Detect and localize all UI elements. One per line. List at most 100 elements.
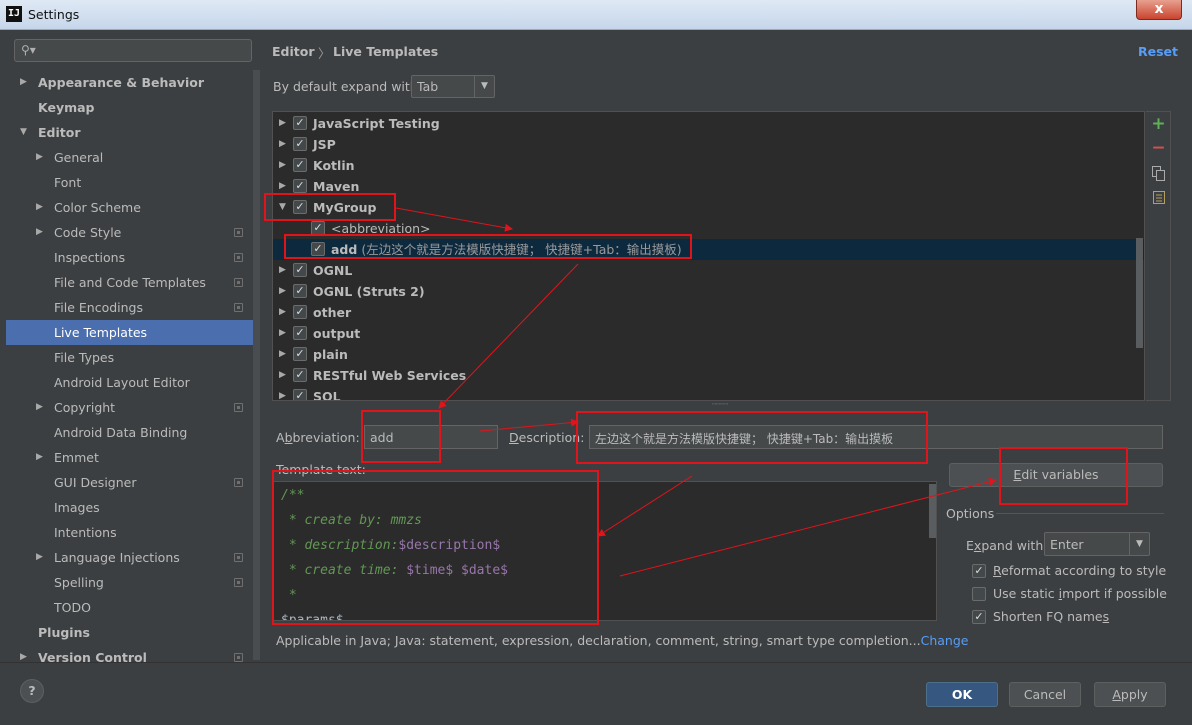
- edit-variables-button[interactable]: Edit variables: [949, 463, 1163, 487]
- template-enabled-checkbox[interactable]: ✓: [311, 221, 325, 235]
- collapse-arrow-icon[interactable]: ▶: [36, 145, 43, 170]
- collapse-arrow-icon[interactable]: ▶: [279, 386, 286, 400]
- expand-default-select[interactable]: Tab ▼: [411, 75, 495, 98]
- shorten-fq-checkbox[interactable]: ✓: [972, 610, 986, 624]
- collapse-arrow-icon[interactable]: ▶: [279, 365, 286, 386]
- template-enabled-checkbox[interactable]: ✓: [293, 179, 307, 193]
- collapse-arrow-icon[interactable]: ▶: [279, 113, 286, 134]
- template-enabled-checkbox[interactable]: ✓: [293, 137, 307, 151]
- chevron-down-icon[interactable]: ▼: [1129, 533, 1149, 555]
- sidebar-item-live-templates[interactable]: Live Templates: [6, 320, 254, 345]
- reset-link[interactable]: Reset: [1138, 44, 1178, 59]
- editor-scrollbar[interactable]: [929, 484, 936, 538]
- reformat-checkbox[interactable]: ✓: [972, 564, 986, 578]
- sidebar-item-emmet[interactable]: ▶ Emmet: [6, 445, 254, 470]
- breadcrumb-editor[interactable]: Editor: [272, 44, 315, 59]
- sidebar-item-images[interactable]: Images: [6, 495, 254, 520]
- template-enabled-checkbox[interactable]: ✓: [293, 158, 307, 172]
- description-input[interactable]: 左边这个就是方法模版快捷键； 快捷键+Tab：输出摸板: [589, 425, 1163, 449]
- help-button[interactable]: ?: [20, 679, 44, 703]
- sidebar-item-file-types[interactable]: File Types: [6, 345, 254, 370]
- template-group-row[interactable]: ▶ ✓ other: [273, 302, 1144, 323]
- collapse-arrow-icon[interactable]: ▶: [36, 220, 43, 245]
- template-group-row[interactable]: ▶ ✓ OGNL (Struts 2): [273, 281, 1144, 302]
- collapse-arrow-icon[interactable]: ▶: [279, 302, 286, 323]
- sidebar-item-font[interactable]: Font: [6, 170, 254, 195]
- remove-icon[interactable]: −: [1150, 140, 1167, 157]
- template-enabled-checkbox[interactable]: ✓: [293, 326, 307, 340]
- sidebar-item-android-data-binding[interactable]: Android Data Binding: [6, 420, 254, 445]
- apply-button[interactable]: Apply: [1094, 682, 1166, 707]
- sidebar-item-language-injections[interactable]: ▶ Language Injections: [6, 545, 254, 570]
- sidebar-scrollbar[interactable]: [253, 70, 260, 660]
- template-group-row[interactable]: ▼ ✓ MyGroup: [273, 197, 1144, 218]
- collapse-arrow-icon[interactable]: ▶: [20, 70, 27, 95]
- template-group-row[interactable]: ▶ ✓ RESTful Web Services: [273, 365, 1144, 386]
- collapse-arrow-icon[interactable]: ▶: [36, 195, 43, 220]
- collapse-arrow-icon[interactable]: ▶: [279, 344, 286, 365]
- collapse-arrow-icon[interactable]: ▶: [279, 260, 286, 281]
- live-templates-tree[interactable]: ▶ ✓ JavaScript Testing ▶ ✓ JSP ▶ ✓ Kotlin ▶ ✓ Maven…: [272, 111, 1145, 401]
- sidebar-item-gui-designer[interactable]: GUI Designer: [6, 470, 254, 495]
- close-window-button[interactable]: x: [1136, 0, 1182, 20]
- splitter-handle[interactable]: ┈┈┈: [712, 400, 728, 410]
- chevron-down-icon[interactable]: ▼: [474, 76, 494, 97]
- template-group-row[interactable]: ▶ ✓ Maven: [273, 176, 1144, 197]
- sidebar-item-file-encodings[interactable]: File Encodings: [6, 295, 254, 320]
- ok-button[interactable]: OK: [926, 682, 998, 707]
- sidebar-item-android-layout-editor[interactable]: Android Layout Editor: [6, 370, 254, 395]
- sidebar-item-plugins[interactable]: Plugins: [6, 620, 254, 645]
- template-group-row[interactable]: ▶ ✓ plain: [273, 344, 1144, 365]
- sidebar-item-code-style[interactable]: ▶ Code Style: [6, 220, 254, 245]
- collapse-arrow-icon[interactable]: ▶: [36, 445, 43, 470]
- sidebar-item-inspections[interactable]: Inspections: [6, 245, 254, 270]
- list-icon[interactable]: [1150, 191, 1167, 208]
- sidebar-item-spelling[interactable]: Spelling: [6, 570, 254, 595]
- template-group-row[interactable]: ▶ ✓ SQL: [273, 386, 1144, 400]
- change-contexts-link[interactable]: Change: [921, 633, 969, 648]
- template-text-editor[interactable]: /** * create by: mmzs * description:$des…: [272, 481, 937, 621]
- template-row[interactable]: ✓ <abbreviation>: [273, 218, 1144, 239]
- expand-arrow-icon[interactable]: ▼: [279, 197, 286, 218]
- sidebar-item-color-scheme[interactable]: ▶ Color Scheme: [6, 195, 254, 220]
- sidebar-item-editor[interactable]: ▼ Editor: [6, 120, 254, 145]
- abbreviation-input[interactable]: add: [364, 425, 498, 449]
- template-group-row[interactable]: ▶ ✓ JSP: [273, 134, 1144, 155]
- collapse-arrow-icon[interactable]: ▶: [279, 134, 286, 155]
- sidebar-item-general[interactable]: ▶ General: [6, 145, 254, 170]
- template-row[interactable]: ✓ add (左边这个就是方法模版快捷键； 快捷键+Tab：输出摸板): [273, 239, 1144, 260]
- template-group-row[interactable]: ▶ ✓ output: [273, 323, 1144, 344]
- template-enabled-checkbox[interactable]: ✓: [293, 200, 307, 214]
- collapse-arrow-icon[interactable]: ▶: [20, 645, 27, 670]
- add-icon[interactable]: +: [1150, 116, 1167, 133]
- collapse-arrow-icon[interactable]: ▶: [279, 176, 286, 197]
- template-enabled-checkbox[interactable]: ✓: [293, 389, 307, 400]
- sidebar-item-version-control[interactable]: ▶ Version Control: [6, 645, 254, 670]
- template-enabled-checkbox[interactable]: ✓: [293, 305, 307, 319]
- expand-with-select[interactable]: Enter ▼: [1044, 532, 1150, 556]
- collapse-arrow-icon[interactable]: ▶: [279, 155, 286, 176]
- template-enabled-checkbox[interactable]: ✓: [293, 116, 307, 130]
- collapse-arrow-icon[interactable]: ▶: [279, 323, 286, 344]
- sidebar-item-copyright[interactable]: ▶ Copyright: [6, 395, 254, 420]
- static-import-checkbox[interactable]: [972, 587, 986, 601]
- sidebar-item-keymap[interactable]: Keymap: [6, 95, 254, 120]
- sidebar-item-file-and-code-templates[interactable]: File and Code Templates: [6, 270, 254, 295]
- collapse-arrow-icon[interactable]: ▶: [36, 545, 43, 570]
- template-group-row[interactable]: ▶ ✓ Kotlin: [273, 155, 1144, 176]
- template-enabled-checkbox[interactable]: ✓: [293, 347, 307, 361]
- sidebar-item-intentions[interactable]: Intentions: [6, 520, 254, 545]
- template-enabled-checkbox[interactable]: ✓: [293, 368, 307, 382]
- template-group-row[interactable]: ▶ ✓ JavaScript Testing: [273, 113, 1144, 134]
- template-enabled-checkbox[interactable]: ✓: [311, 242, 325, 256]
- template-group-row[interactable]: ▶ ✓ OGNL: [273, 260, 1144, 281]
- template-enabled-checkbox[interactable]: ✓: [293, 284, 307, 298]
- settings-search-input[interactable]: ⚲▾: [14, 39, 252, 62]
- sidebar-item-appearance-behavior[interactable]: ▶ Appearance & Behavior: [6, 70, 254, 95]
- expand-arrow-icon[interactable]: ▼: [20, 120, 27, 145]
- copy-icon[interactable]: [1150, 166, 1167, 183]
- collapse-arrow-icon[interactable]: ▶: [36, 395, 43, 420]
- cancel-button[interactable]: Cancel: [1009, 682, 1081, 707]
- templates-scrollbar[interactable]: [1136, 238, 1143, 348]
- sidebar-item-todo[interactable]: TODO: [6, 595, 254, 620]
